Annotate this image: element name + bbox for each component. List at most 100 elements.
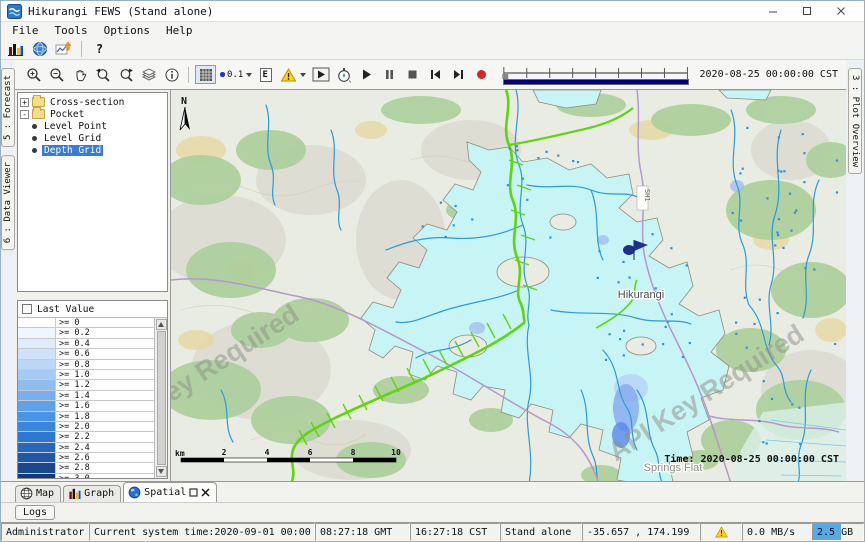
tab-data-viewer[interactable]: 6 : Data Viewer <box>1 155 15 250</box>
toolbar-separator <box>81 41 82 57</box>
legend-row[interactable]: >= 1.2 <box>18 380 154 390</box>
content-area: + Cross-section - Pocket Level Point <box>15 90 846 481</box>
legend-row[interactable]: >= 3.0 <box>18 474 154 478</box>
zoom-previous-icon <box>95 67 111 83</box>
legend-row[interactable]: >= 0.2 <box>18 328 154 338</box>
explorer-button[interactable] <box>5 40 26 59</box>
status-gmt-time: 08:27:18 GMT <box>315 523 410 541</box>
maximize-button[interactable] <box>790 2 824 20</box>
panel-splitter[interactable] <box>15 292 170 300</box>
zoom-out-button[interactable] <box>46 65 67 84</box>
legend-row[interactable]: >= 0.6 <box>18 349 154 359</box>
bar-chart-icon <box>68 487 81 500</box>
tree-item-depth-grid[interactable]: Depth Grid <box>20 144 167 156</box>
hand-pan-icon <box>72 67 88 83</box>
zoom-previous-button[interactable] <box>92 65 113 84</box>
legend-swatch <box>18 412 56 421</box>
tree-label[interactable]: Pocket <box>48 109 86 120</box>
menu-help[interactable]: Help <box>159 23 200 38</box>
tree-label[interactable]: Cross-section <box>48 97 126 108</box>
spatial-display-button[interactable] <box>29 40 50 59</box>
arrow-down-icon <box>158 469 164 474</box>
logs-button[interactable]: Logs <box>15 505 55 520</box>
zoom-next-button[interactable] <box>115 65 136 84</box>
tree-label-selected[interactable]: Depth Grid <box>42 145 103 156</box>
map-canvas[interactable]: SH1 API Key Required API Key Required Hi… <box>171 90 846 481</box>
elevation-button[interactable]: E <box>255 65 276 84</box>
timeseries-dialog-button[interactable] <box>53 40 74 59</box>
legend-row[interactable]: >= 2.8 <box>18 463 154 473</box>
legend-scrollbar[interactable] <box>154 318 167 478</box>
legend-label: >= 1.4 <box>56 391 90 400</box>
pause-icon <box>383 68 396 81</box>
legend-row[interactable]: >= 1.0 <box>18 370 154 380</box>
tree-item-level-point[interactable]: Level Point <box>20 120 167 132</box>
menu-file[interactable]: File <box>5 23 46 38</box>
legend-row[interactable]: >= 2.6 <box>18 453 154 463</box>
time-slider-track[interactable] <box>500 65 691 79</box>
record-button[interactable] <box>471 65 492 84</box>
legend-row[interactable]: >= 2.4 <box>18 443 154 453</box>
help-button[interactable]: ? <box>89 40 110 59</box>
close-button[interactable] <box>824 2 858 20</box>
main-area: 5 : Forecast 6 : Data Viewer 0.1 E <box>1 60 864 481</box>
thresholds-dropdown[interactable] <box>278 65 308 84</box>
legend-label: >= 0.4 <box>56 339 90 348</box>
time-slider[interactable] <box>500 65 691 85</box>
minimize-button[interactable] <box>756 2 790 20</box>
animation-display-button[interactable] <box>310 65 331 84</box>
legend-row[interactable]: >= 0.4 <box>18 339 154 349</box>
scroll-down-button[interactable] <box>156 466 167 477</box>
map-time-label: Time: 2020-08-25 00:00:00 CST <box>664 453 839 465</box>
status-mode: Stand alone <box>500 523 582 541</box>
zoom-in-button[interactable] <box>23 65 44 84</box>
legend-row[interactable]: >= 0 <box>18 318 154 328</box>
pause-button[interactable] <box>379 65 400 84</box>
legend-row[interactable]: >= 2.0 <box>18 422 154 432</box>
bullet-icon <box>32 124 37 129</box>
tab-forecast[interactable]: 5 : Forecast <box>1 68 15 147</box>
tab-spatial[interactable]: Spatial <box>123 482 217 502</box>
tree-label[interactable]: Level Grid <box>42 133 103 144</box>
menu-options[interactable]: Options <box>97 23 157 38</box>
menu-tools[interactable]: Tools <box>48 23 95 38</box>
stop-icon <box>406 68 419 81</box>
pan-button[interactable] <box>69 65 90 84</box>
info-button[interactable] <box>161 65 182 84</box>
maximize-tab-icon[interactable] <box>189 488 198 497</box>
stop-button[interactable] <box>402 65 423 84</box>
legend-row[interactable]: >= 2.2 <box>18 432 154 442</box>
legend-swatch <box>18 453 56 462</box>
right-tab-strip: 3 : Plot Overview <box>846 60 864 481</box>
legend-row[interactable]: >= 0.8 <box>18 360 154 370</box>
scale-tick: 8 <box>351 448 356 457</box>
tree-item-pocket[interactable]: - Pocket <box>20 108 167 120</box>
app-logo-icon <box>7 4 22 19</box>
legend-label: >= 0.8 <box>56 360 90 369</box>
tree-item-level-grid[interactable]: Level Grid <box>20 132 167 144</box>
scrollbar-thumb[interactable] <box>157 331 166 465</box>
step-back-button[interactable] <box>425 65 446 84</box>
step-forward-button[interactable] <box>448 65 469 84</box>
animation-timer-button[interactable] <box>333 65 354 84</box>
layers-button[interactable] <box>138 65 159 84</box>
last-value-checkbox[interactable] <box>22 304 32 314</box>
expand-icon[interactable]: + <box>20 98 29 107</box>
scroll-up-button[interactable] <box>156 319 167 330</box>
collapse-icon[interactable]: - <box>20 110 29 119</box>
legend-row[interactable]: >= 1.6 <box>18 401 154 411</box>
tab-map[interactable]: Map <box>15 485 61 502</box>
tab-plot-overview[interactable]: 3 : Plot Overview <box>848 68 862 174</box>
grid-display-button[interactable] <box>195 65 216 84</box>
tree-item-cross-section[interactable]: + Cross-section <box>20 96 167 108</box>
scale-tick: 2 <box>222 448 227 457</box>
tree-label[interactable]: Level Point <box>42 121 109 132</box>
status-warning-cell[interactable] <box>700 523 742 541</box>
close-tab-icon[interactable] <box>201 488 210 497</box>
legend-row[interactable]: >= 1.8 <box>18 412 154 422</box>
legend-row[interactable]: >= 1.4 <box>18 391 154 401</box>
legend-swatch <box>18 443 56 452</box>
interval-dropdown[interactable]: 0.1 <box>218 65 253 84</box>
tab-graph[interactable]: Graph <box>63 485 121 502</box>
play-button[interactable] <box>356 65 377 84</box>
